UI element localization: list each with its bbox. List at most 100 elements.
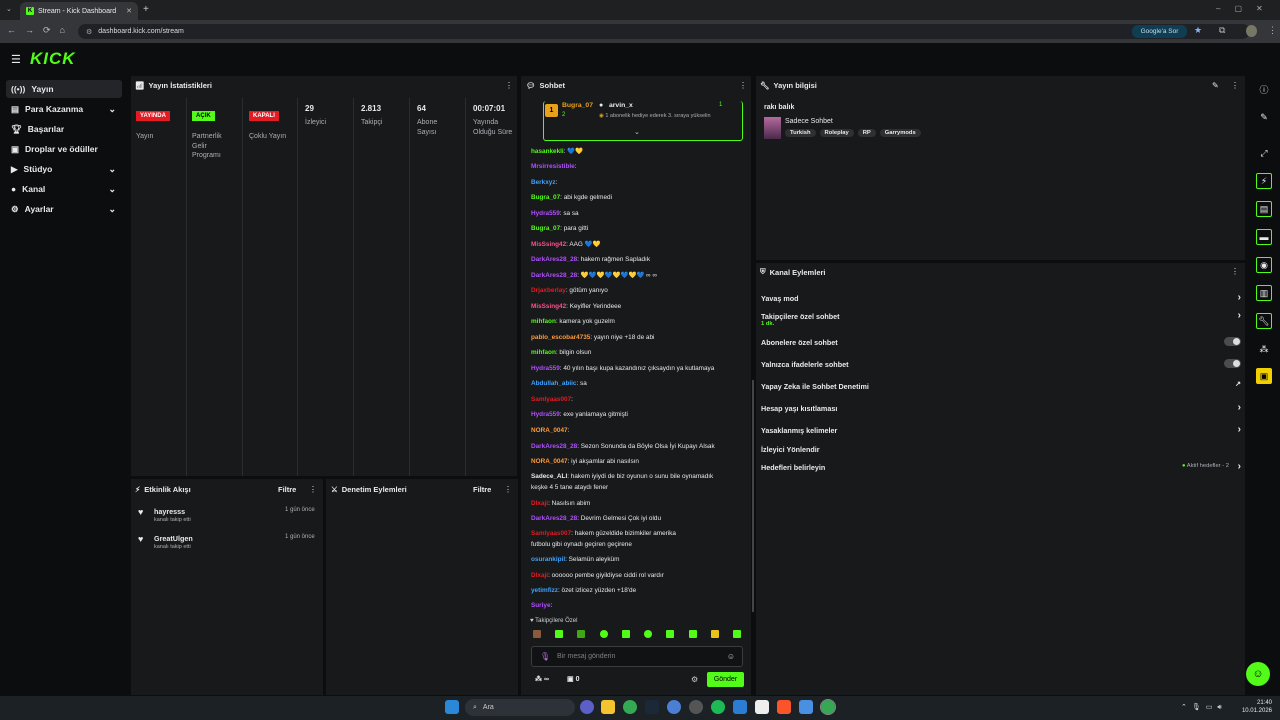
microphone-icon[interactable]: 🎙︎: [540, 652, 550, 661]
emote-icon[interactable]: [644, 630, 653, 638]
activity-filter-button[interactable]: Filtre: [278, 485, 296, 494]
channel-action-row[interactable]: Abonelere özel sohbet: [761, 337, 1241, 347]
chat-scrollbar[interactable]: [752, 380, 754, 612]
chat-username[interactable]: MisSsing42: [531, 303, 566, 310]
chat-username[interactable]: osurankipil: [531, 556, 565, 563]
tab-list-icon[interactable]: ⌄: [6, 5, 12, 13]
system-tray-icons[interactable]: ⌃🎙︎▭🔊︎: [1181, 703, 1227, 712]
moderation-filter-button[interactable]: Filtre: [473, 485, 491, 494]
sidebar-item-droplar[interactable]: ▣ Droplar ve ödüller: [6, 140, 122, 158]
chat-username[interactable]: Hydra559: [531, 210, 560, 217]
chat-username[interactable]: MisSsing42: [531, 241, 566, 248]
site-info-icon[interactable]: ⚙: [86, 28, 92, 36]
stream-info-menu-icon[interactable]: ⋮: [1231, 81, 1239, 90]
chat-username[interactable]: DarkAres28_28: [531, 515, 577, 522]
chat-username[interactable]: Bugra_07: [531, 225, 560, 232]
toggle-switch[interactable]: [1224, 337, 1241, 346]
pencil-icon[interactable]: ✎: [1256, 109, 1272, 125]
window-controls[interactable]: –▢✕: [1216, 4, 1277, 13]
channel-action-row[interactable]: Yavaş mod ›: [761, 292, 1241, 303]
brave-icon[interactable]: [777, 700, 791, 714]
taskbar-clock[interactable]: 21:40 10.01.2026: [1240, 699, 1272, 715]
chrome-icon[interactable]: [623, 700, 637, 714]
leader-user[interactable]: arvin_x: [609, 102, 633, 109]
chat-username[interactable]: DarkAres28_28: [531, 256, 577, 263]
bookmark-star-icon[interactable]: ★: [1194, 25, 1202, 36]
stats-menu-icon[interactable]: ⋮: [505, 81, 513, 90]
emote-icon[interactable]: [621, 630, 630, 638]
chat-username[interactable]: Hydra559: [531, 411, 560, 418]
chat-username[interactable]: mihfaon: [531, 349, 556, 356]
emote-icon[interactable]: [732, 630, 741, 638]
extensions-icon[interactable]: ⧉: [1219, 25, 1225, 36]
channel-action-row[interactable]: Yalnızca ifadelerle sohbet: [761, 359, 1241, 369]
sidebar-item-basarilar[interactable]: 🏆︎ Başarılar: [6, 120, 122, 138]
broadcast-rail-icon[interactable]: ◉: [1256, 257, 1272, 273]
chat-username[interactable]: Abdullah_abiic: [531, 380, 576, 387]
share-icon[interactable]: ⁂: [1256, 341, 1272, 357]
app-icon[interactable]: [667, 700, 681, 714]
stream-category[interactable]: Sadece Sohbet: [785, 118, 833, 125]
activity-user[interactable]: GreatUlgen: [154, 534, 193, 543]
channel-action-row[interactable]: Takipçilere özel sohbet 1 dk. ›: [761, 310, 1241, 327]
expand-icon[interactable]: ⤢: [1256, 145, 1272, 161]
spotify-icon[interactable]: [711, 700, 725, 714]
clip-rail-icon[interactable]: ▣: [1256, 368, 1272, 384]
send-button[interactable]: Gönder: [707, 672, 744, 687]
toggle-switch[interactable]: [1224, 359, 1241, 368]
tag-chip[interactable]: Garrymods: [879, 129, 921, 137]
copilot-icon[interactable]: [580, 700, 594, 714]
chat-rail-icon[interactable]: ▬: [1256, 229, 1272, 245]
tag-chip[interactable]: Turkish: [785, 129, 816, 137]
chat-username[interactable]: DarkAres28_28: [531, 443, 577, 450]
leader-user[interactable]: Bugra_07: [562, 102, 593, 109]
chat-input[interactable]: 🎙︎ Bir mesaj gönderin ☺: [531, 646, 743, 667]
channel-action-row[interactable]: Yapay Zeka ile Sohbet Denetimi ↗: [761, 381, 1241, 391]
emote-icon[interactable]: [533, 630, 541, 638]
emote-icon[interactable]: [688, 630, 697, 638]
tag-chip[interactable]: RP: [857, 129, 876, 137]
chat-username[interactable]: yetimfizz: [531, 587, 558, 594]
chat-username[interactable]: Bugra_07: [531, 194, 560, 201]
chat-settings-icon[interactable]: ⚙: [691, 675, 698, 684]
new-tab-icon[interactable]: +: [143, 4, 149, 15]
chat-username[interactable]: DarkAres28_28: [531, 272, 577, 279]
chat-username[interactable]: Dlxaji: [531, 572, 548, 579]
nav-buttons[interactable]: ←→⟳⌂: [7, 25, 74, 36]
sidebar-item-yayin[interactable]: ((•)) Yayın: [6, 80, 122, 98]
chat-username[interactable]: Mrsirresistible: [531, 163, 575, 170]
hamburger-menu-icon[interactable]: ☰: [11, 53, 21, 66]
file-explorer-icon[interactable]: [601, 700, 615, 714]
activity-user[interactable]: hayresss: [154, 507, 185, 516]
google-ask-button[interactable]: Google'a Sor: [1132, 25, 1187, 38]
sidebar-item-studyo[interactable]: ▶ Stüdyo ⌄: [6, 160, 122, 178]
edit-pencil-icon[interactable]: ✎: [1212, 81, 1219, 90]
emote-icon[interactable]: [599, 630, 608, 638]
chat-username[interactable]: Berkxyz: [531, 179, 556, 186]
chat-username[interactable]: NORA_0047: [531, 458, 568, 465]
browser-menu-icon[interactable]: ⋮: [1268, 25, 1277, 36]
chat-username[interactable]: Drjaxberlay: [531, 287, 566, 294]
channel-action-row[interactable]: İzleyici Yönlendir: [761, 445, 1241, 454]
chat-username[interactable]: Hydra559: [531, 365, 560, 372]
channel-action-row[interactable]: Yasaklanmış kelimeler ›: [761, 424, 1241, 435]
browser-tab[interactable]: K Stream - Kick Dashboard ✕: [20, 2, 138, 20]
sidebar-item-ayarlar[interactable]: ⚙ Ayarlar ⌄: [6, 200, 122, 218]
steam-icon[interactable]: [645, 700, 659, 714]
chat-menu-icon[interactable]: ⋮: [739, 81, 747, 90]
profile-avatar[interactable]: [1246, 25, 1257, 37]
kick-logo[interactable]: KICK: [30, 49, 76, 69]
chat-username[interactable]: mihfaon: [531, 318, 556, 325]
close-icon[interactable]: ✕: [126, 7, 132, 15]
chevron-down-icon[interactable]: ⌄: [634, 128, 640, 136]
sidebar-item-kanal[interactable]: ● Kanal ⌄: [6, 180, 122, 198]
points-counter[interactable]: ⁂ ∞: [535, 675, 549, 683]
emoji-icon[interactable]: ☺: [727, 652, 735, 661]
emote-icon[interactable]: [577, 630, 586, 638]
start-button-icon[interactable]: [445, 700, 459, 714]
help-chat-button[interactable]: ☺: [1246, 662, 1270, 686]
chat-username[interactable]: Dlxaji: [531, 500, 548, 507]
activity-menu-icon[interactable]: ⋮: [309, 485, 317, 494]
chrome-active-icon[interactable]: [820, 699, 836, 715]
taskbar-search[interactable]: ⌕ Ara: [465, 699, 575, 716]
